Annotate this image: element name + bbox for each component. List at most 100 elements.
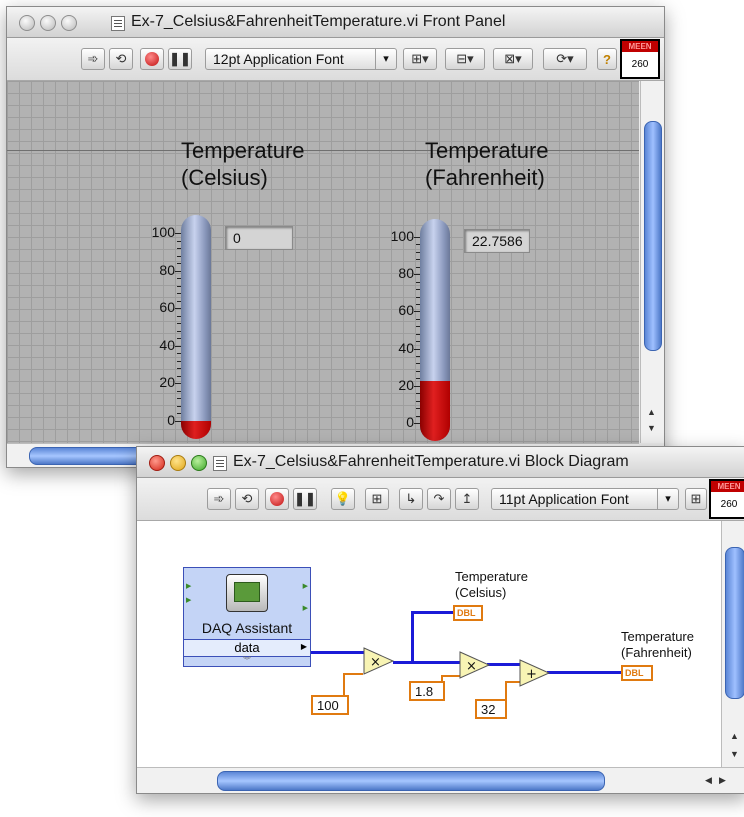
front-panel-vertical-scrollbar[interactable]: ▲ ▼ <box>640 81 664 443</box>
daq-assistant-icon <box>226 574 268 612</box>
retain-wire-values-icon[interactable]: ⊞ <box>365 488 389 510</box>
multiply-node[interactable]: × <box>459 649 491 681</box>
block-diagram-canvas: ▶ ▶ ▶ ▶ DAQ Assistant data ▶ ︾ × × + 100… <box>137 521 721 767</box>
font-selector[interactable]: 11pt Application Font ▾ <box>491 488 679 510</box>
block-diagram-toolbar: ➾ ⟲ ❚❚ 💡 ⊞ ↳ ↷ ↥ 11pt Application Font ▾ … <box>137 478 744 521</box>
horizontal-scroll-thumb[interactable] <box>217 771 605 791</box>
step-over-icon[interactable]: ↷ <box>427 488 451 510</box>
scale-tick-label: 40 <box>398 339 414 356</box>
block-diagram-vertical-scrollbar[interactable]: ▲ ▼ <box>721 521 744 767</box>
minimize-button[interactable] <box>40 15 56 31</box>
wire-const-100-v <box>343 673 345 697</box>
pause-icon[interactable]: ❚❚ <box>168 48 192 70</box>
window-title: Ex-7_Celsius&FahrenheitTemperature.vi Fr… <box>131 13 506 30</box>
daq-data-label: data <box>234 640 260 655</box>
fahrenheit-thermometer <box>420 219 450 441</box>
celsius-label-line2: (Celsius) <box>181 165 268 190</box>
zoom-button[interactable] <box>191 455 207 471</box>
font-selector-label: 11pt Application Font <box>499 491 629 507</box>
multiply-symbol: × <box>466 659 477 674</box>
scale-tick-label: 80 <box>159 261 175 278</box>
run-continuously-icon[interactable]: ⟲ <box>235 488 259 510</box>
scale-tick-label: 0 <box>406 414 414 430</box>
constant-1-8[interactable]: 1.8 <box>409 681 445 701</box>
close-button[interactable] <box>19 15 35 31</box>
block-diagram-horizontal-scrollbar[interactable]: ◀ ▶ <box>137 767 744 793</box>
align-objects-icon[interactable]: ⊞▾ <box>403 48 437 70</box>
celsius-thermometer <box>181 215 211 439</box>
wire-divide-to-multiply <box>393 661 465 664</box>
scale-tick-label: 60 <box>398 302 414 319</box>
wire-branch-up <box>411 611 414 663</box>
horizontal-scroll-thumb[interactable] <box>29 447 149 465</box>
context-help-window-icon: MEEN 260 <box>709 479 744 519</box>
fahrenheit-digital-display: 22.7586 <box>464 229 530 253</box>
distribute-objects-icon[interactable]: ⊟▾ <box>445 48 485 70</box>
daq-assistant-label: DAQ Assistant <box>201 620 293 636</box>
front-panel-toolbar: ➾ ⟲ ❚❚ 12pt Application Font ▾ ⊞▾ ⊟▾ ⊠▾ ⟳… <box>7 38 664 81</box>
close-button[interactable] <box>149 455 165 471</box>
align-objects-icon[interactable]: ⊞ <box>685 488 707 510</box>
step-into-icon[interactable]: ↳ <box>399 488 423 510</box>
step-out-icon[interactable]: ↥ <box>455 488 479 510</box>
constant-100[interactable]: 100 <box>311 695 349 715</box>
scale-tick-label: 20 <box>398 376 414 393</box>
chevron-down-icon: ▾ <box>375 49 396 69</box>
font-selector-label: 12pt Application Font <box>213 51 344 67</box>
fahrenheit-terminal-label-line1: Temperature <box>621 629 694 644</box>
scroll-down-arrow-icon[interactable]: ▼ <box>647 423 656 433</box>
scale-tick-label: 80 <box>398 265 414 282</box>
celsius-terminal-label-line1: Temperature <box>455 569 528 584</box>
pause-icon[interactable]: ❚❚ <box>293 488 317 510</box>
scale-tick-label: 100 <box>390 228 414 244</box>
scroll-up-arrow-icon[interactable]: ▲ <box>730 731 739 741</box>
scroll-right-arrow-icon[interactable]: ▶ <box>719 775 726 786</box>
celsius-terminal-label: Temperature (Celsius) <box>455 569 528 601</box>
vi-document-icon <box>213 456 227 471</box>
daq-output-arrow-icon: ▶ <box>302 605 308 612</box>
font-selector[interactable]: 12pt Application Font ▾ <box>205 48 397 70</box>
block-diagram-titlebar: Ex-7_Celsius&FahrenheitTemperature.vi Bl… <box>137 447 744 478</box>
fahrenheit-label-line2: (Fahrenheit) <box>425 165 545 190</box>
abort-icon[interactable] <box>140 48 164 70</box>
fahrenheit-terminal-type: DBL <box>625 668 644 678</box>
celsius-indicator-terminal[interactable]: DBL <box>453 605 483 621</box>
run-arrow-icon[interactable]: ➾ <box>207 488 231 510</box>
divide-node[interactable]: × <box>363 645 395 677</box>
front-panel-window: Ex-7_Celsius&FahrenheitTemperature.vi Fr… <box>6 6 665 468</box>
wire-data-to-divide <box>311 651 369 654</box>
help-icon[interactable]: ? <box>597 48 617 70</box>
celsius-terminal-label-line2: (Celsius) <box>455 585 507 600</box>
daq-assistant-node[interactable]: ▶ ▶ ▶ ▶ DAQ Assistant data ▶ ︾ <box>183 567 311 667</box>
celsius-terminal-type: DBL <box>457 608 476 618</box>
scroll-up-arrow-icon[interactable]: ▲ <box>647 407 656 417</box>
wire-add-to-fahrenheit <box>547 671 623 674</box>
daq-data-output[interactable]: data ▶ <box>184 639 310 657</box>
run-continuously-icon[interactable]: ⟲ <box>109 48 133 70</box>
daq-output-arrow-icon: ▶ <box>302 583 308 590</box>
expand-chevron-icon[interactable]: ︾ <box>184 656 310 666</box>
minimize-button[interactable] <box>170 455 186 471</box>
vi-document-icon <box>111 16 125 31</box>
context-tag: MEEN <box>711 481 744 492</box>
fahrenheit-label: Temperature (Fahrenheit) <box>425 137 549 191</box>
fahrenheit-indicator-terminal[interactable]: DBL <box>621 665 653 681</box>
block-diagram-window: Ex-7_Celsius&FahrenheitTemperature.vi Bl… <box>136 446 744 794</box>
scroll-left-arrow-icon[interactable]: ◀ <box>705 775 712 786</box>
constant-32[interactable]: 32 <box>475 699 507 719</box>
scroll-down-arrow-icon[interactable]: ▼ <box>730 749 739 759</box>
resize-objects-icon[interactable]: ⊠▾ <box>493 48 533 70</box>
vertical-scroll-thumb[interactable] <box>644 121 662 351</box>
celsius-label-line1: Temperature <box>181 138 305 163</box>
highlight-execution-icon[interactable]: 💡 <box>331 488 355 510</box>
abort-icon[interactable] <box>265 488 289 510</box>
celsius-digital-display: 0 <box>225 226 293 250</box>
reorder-icon[interactable]: ⟳▾ <box>543 48 587 70</box>
add-node[interactable]: + <box>519 657 551 689</box>
fahrenheit-terminal-label: Temperature (Fahrenheit) <box>621 629 694 661</box>
scale-tick-label: 100 <box>151 224 175 240</box>
zoom-button[interactable] <box>61 15 77 31</box>
vertical-scroll-thumb[interactable] <box>725 547 744 699</box>
context-number: 260 <box>631 59 649 70</box>
run-arrow-icon[interactable]: ➾ <box>81 48 105 70</box>
